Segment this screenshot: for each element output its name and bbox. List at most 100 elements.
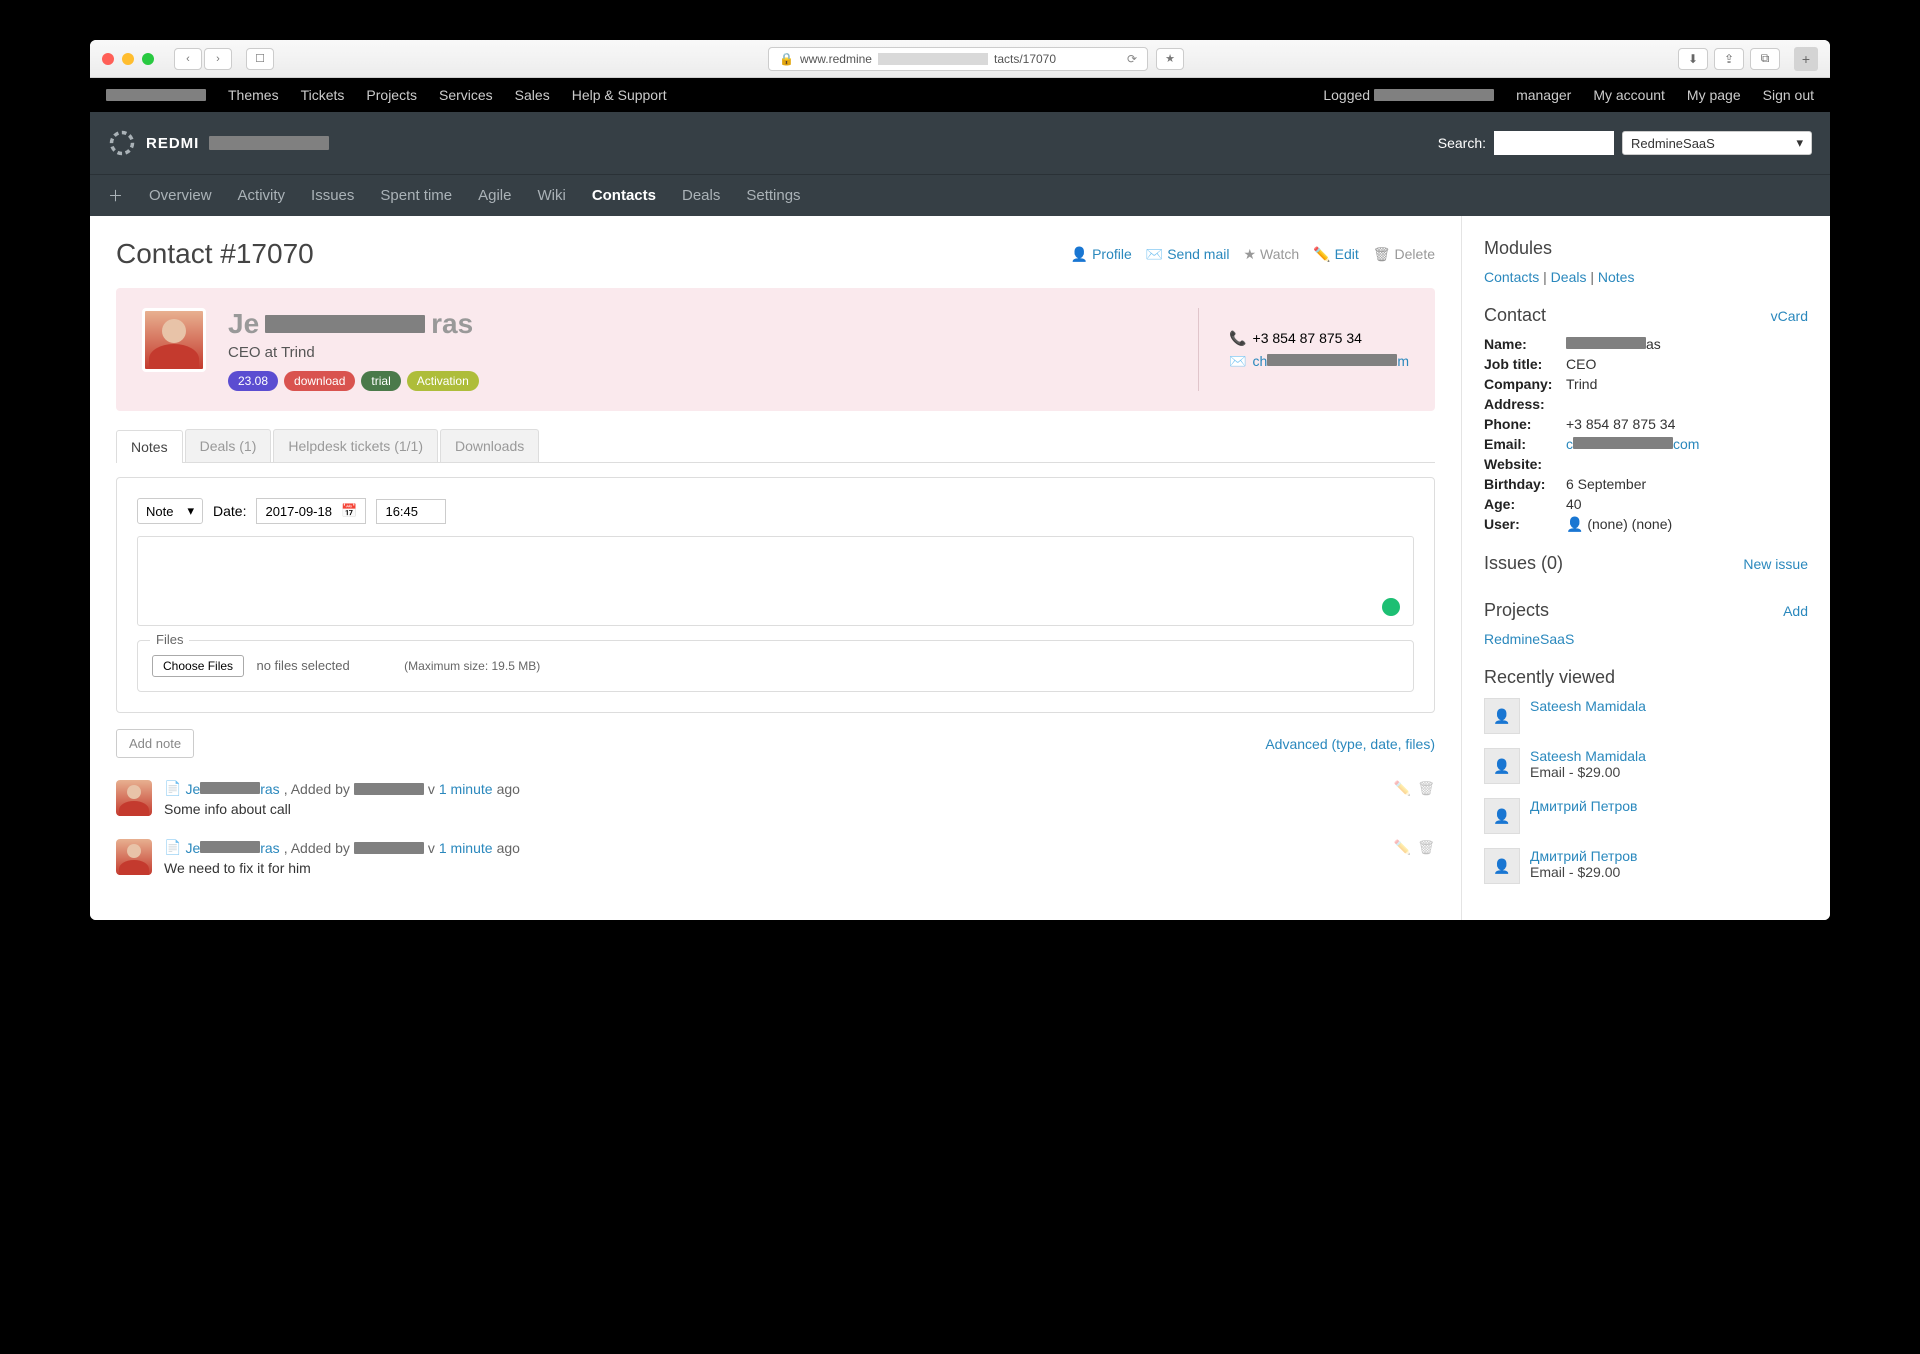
tag[interactable]: trial <box>361 371 400 391</box>
menu-wiki[interactable]: Wiki <box>537 187 565 204</box>
recent-item[interactable]: 👤 Sateesh Mamidala <box>1484 698 1808 734</box>
search-input[interactable] <box>1494 131 1614 155</box>
note-textarea[interactable] <box>137 536 1414 626</box>
edit-note-icon[interactable]: ✏️ <box>1394 839 1411 856</box>
recent-avatar: 👤 <box>1484 798 1520 834</box>
topmenu-account[interactable]: My account <box>1593 87 1665 103</box>
tab-helpdesk[interactable]: Helpdesk tickets (1/1) <box>273 429 438 462</box>
recent-name[interactable]: Дмитрий Петров <box>1530 798 1637 814</box>
topmenu-sales[interactable]: Sales <box>515 87 550 103</box>
issues-heading: Issues (0)New issue <box>1484 553 1808 574</box>
delete-link[interactable]: 🗑Delete <box>1373 246 1435 263</box>
back-button[interactable]: ‹ <box>174 48 202 70</box>
sidebar-toggle[interactable]: ☐ <box>246 48 274 70</box>
contact-jobtitle: CEO at Trind <box>228 344 1198 361</box>
field-row: Address: <box>1484 396 1808 412</box>
tabs-icon[interactable]: ⧉ <box>1750 48 1780 70</box>
calendar-icon[interactable]: 📅 <box>341 503 357 519</box>
topmenu-manager[interactable]: manager <box>1516 87 1571 103</box>
main-menu: ＋ Overview Activity Issues Spent time Ag… <box>90 174 1830 216</box>
url-text-suffix: tacts/17070 <box>994 52 1056 66</box>
reader-button[interactable]: ★ <box>1156 48 1184 70</box>
contact-email[interactable]: ✉️chm <box>1229 353 1409 370</box>
project-select[interactable]: RedmineSaaS ▾ <box>1622 131 1812 155</box>
add-note-button[interactable]: Add note <box>116 729 194 758</box>
recent-name[interactable]: Sateesh Mamidala <box>1530 698 1646 714</box>
note-entry: 📄 Jeras , Added byv 1 minuteago ✏️🗑 We n… <box>116 839 1435 876</box>
recent-name[interactable]: Sateesh Mamidala <box>1530 748 1646 764</box>
topmenu-signout[interactable]: Sign out <box>1763 87 1814 103</box>
module-deals[interactable]: Deals <box>1551 269 1587 285</box>
field-row: Email:ccom <box>1484 436 1808 452</box>
mail-icon: ✉️ <box>1229 353 1246 370</box>
delete-note-icon[interactable]: 🗑 <box>1417 839 1435 856</box>
field-row: Age:40 <box>1484 496 1808 512</box>
minimize-window[interactable] <box>122 53 134 65</box>
note-time[interactable]: 1 minute <box>439 840 493 856</box>
recent-avatar: 👤 <box>1484 698 1520 734</box>
menu-settings[interactable]: Settings <box>746 187 800 204</box>
topmenu-help[interactable]: Help & Support <box>572 87 667 103</box>
menu-contacts[interactable]: Contacts <box>592 187 656 204</box>
edit-link[interactable]: ✏️Edit <box>1313 246 1359 263</box>
edit-note-icon[interactable]: ✏️ <box>1394 780 1411 797</box>
url-field[interactable]: 🔒 www.redmine tacts/17070 ⟳ <box>768 47 1148 71</box>
choose-files-button[interactable]: Choose Files <box>152 655 244 677</box>
note-author[interactable]: Jeras <box>185 781 279 797</box>
topmenu-themes[interactable]: Themes <box>228 87 279 103</box>
maximize-window[interactable] <box>142 53 154 65</box>
downloads-icon[interactable]: ⬇ <box>1678 48 1708 70</box>
search-label: Search: <box>1438 135 1486 151</box>
menu-issues[interactable]: Issues <box>311 187 354 204</box>
sendmail-link[interactable]: ✉️Send mail <box>1146 246 1230 263</box>
logo[interactable]: REDMI <box>108 129 329 157</box>
profile-link[interactable]: 👤Profile <box>1071 246 1132 263</box>
contact-card: Jeras CEO at Trind 23.08 download trial … <box>116 288 1435 411</box>
note-type-icon: 📄 <box>164 780 181 797</box>
add-menu-button[interactable]: ＋ <box>108 185 123 206</box>
menu-activity[interactable]: Activity <box>238 187 286 204</box>
tab-downloads[interactable]: Downloads <box>440 429 539 462</box>
recent-item[interactable]: 👤 Sateesh MamidalaEmail - $29.00 <box>1484 748 1808 784</box>
topmenu-services[interactable]: Services <box>439 87 493 103</box>
tag[interactable]: 23.08 <box>228 371 278 391</box>
note-type-select[interactable]: Note▾ <box>137 498 203 524</box>
new-tab-button[interactable]: + <box>1794 47 1818 71</box>
delete-note-icon[interactable]: 🗑 <box>1417 780 1435 797</box>
note-time[interactable]: 1 minute <box>439 781 493 797</box>
recent-item[interactable]: 👤 Дмитрий ПетровEmail - $29.00 <box>1484 848 1808 884</box>
note-author[interactable]: Jeras <box>185 840 279 856</box>
grammarly-icon[interactable] <box>1382 598 1400 616</box>
menu-overview[interactable]: Overview <box>149 187 212 204</box>
tab-notes[interactable]: Notes <box>116 430 183 463</box>
module-notes[interactable]: Notes <box>1598 269 1635 285</box>
share-icon[interactable]: ⇪ <box>1714 48 1744 70</box>
module-contacts[interactable]: Contacts <box>1484 269 1539 285</box>
recent-name[interactable]: Дмитрий Петров <box>1530 848 1637 864</box>
topmenu-tickets[interactable]: Tickets <box>301 87 345 103</box>
vcard-link[interactable]: vCard <box>1771 308 1808 324</box>
url-text: www.redmine <box>800 52 872 66</box>
date-input[interactable]: 2017-09-18📅 <box>256 498 366 524</box>
recent-item[interactable]: 👤 Дмитрий Петров <box>1484 798 1808 834</box>
page-actions: 👤Profile ✉️Send mail ★Watch ✏️Edit 🗑Dele… <box>1071 246 1435 263</box>
add-project-link[interactable]: Add <box>1783 603 1808 619</box>
tag[interactable]: Activation <box>407 371 479 391</box>
watch-link[interactable]: ★Watch <box>1243 246 1299 263</box>
tab-deals[interactable]: Deals (1) <box>185 429 272 462</box>
field-row: Company:Trind <box>1484 376 1808 392</box>
tag[interactable]: download <box>284 371 355 391</box>
reload-icon[interactable]: ⟳ <box>1127 52 1137 66</box>
close-window[interactable] <box>102 53 114 65</box>
time-input[interactable]: 16:45 <box>376 499 446 524</box>
topmenu-mypage[interactable]: My page <box>1687 87 1741 103</box>
menu-spenttime[interactable]: Spent time <box>380 187 452 204</box>
forward-button[interactable]: › <box>204 48 232 70</box>
new-issue-link[interactable]: New issue <box>1743 556 1808 572</box>
menu-deals[interactable]: Deals <box>682 187 720 204</box>
contact-phone: 📞+3 854 87 875 34 <box>1229 330 1409 347</box>
advanced-link[interactable]: Advanced (type, date, files) <box>1265 736 1435 752</box>
project-link[interactable]: RedmineSaaS <box>1484 631 1574 647</box>
topmenu-projects[interactable]: Projects <box>366 87 417 103</box>
menu-agile[interactable]: Agile <box>478 187 511 204</box>
